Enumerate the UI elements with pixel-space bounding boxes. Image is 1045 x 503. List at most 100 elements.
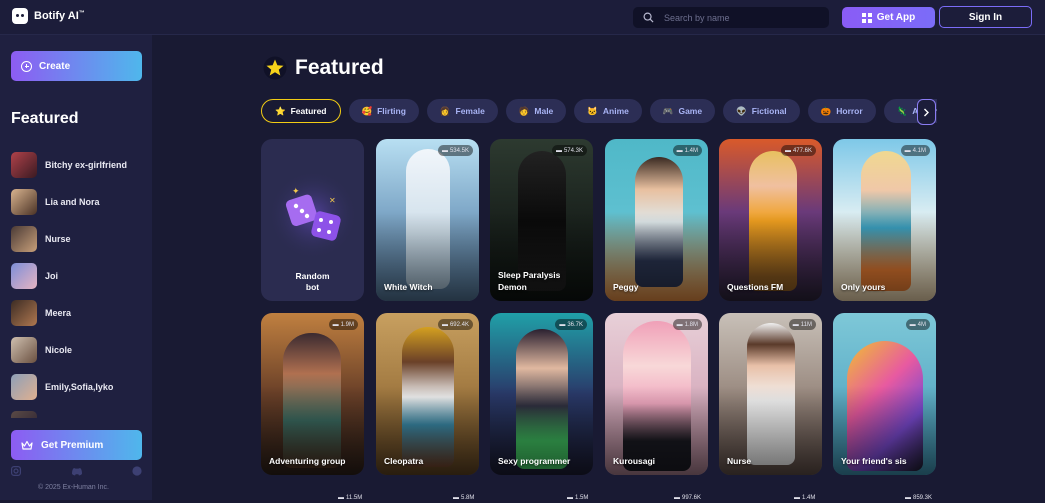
chat-icon: ▬: [676, 321, 683, 328]
get-app-label: Get App: [876, 12, 916, 23]
create-label: Create: [39, 60, 71, 72]
avatar: [11, 410, 37, 418]
chip-emoji-icon: 🧑: [518, 105, 530, 116]
crown-icon: [21, 440, 33, 450]
sidebar-item-label: Nicole: [45, 344, 73, 355]
sidebar-item[interactable]: Nicole: [11, 331, 146, 368]
bot-card[interactable]: ▬ 574.3K Sleep Paralysis Demon: [490, 139, 593, 301]
chat-count-badge: ▬ 574.3K: [551, 145, 587, 156]
chip-female[interactable]: 👩 Female: [426, 99, 498, 123]
search-input[interactable]: [664, 12, 814, 23]
chip-anime[interactable]: 🐱 Anime: [574, 99, 642, 123]
chip-emoji-icon: ⭐: [275, 105, 286, 116]
bot-card[interactable]: ▬ 477.6K Questions FM: [719, 139, 822, 301]
bot-card-name: Peggy: [613, 282, 639, 292]
social-links: [11, 465, 142, 477]
svg-text:✦: ✦: [292, 187, 300, 197]
chat-count-badge: ▬ 4M: [905, 319, 930, 330]
reddit-icon[interactable]: [132, 466, 142, 476]
logo[interactable]: Botify AI™: [12, 8, 85, 24]
search-icon: [643, 12, 654, 23]
avatar: [11, 299, 37, 326]
chat-icon: ▬: [441, 147, 448, 154]
brand-name: Botify AI™: [34, 10, 85, 22]
chat-count-badge: ▬ 1.5M: [567, 494, 589, 501]
search-box[interactable]: [633, 7, 829, 28]
random-bot-card[interactable]: ✦ ✕ Random bot: [261, 139, 364, 301]
bot-card[interactable]: ▬ 11M Nurse: [719, 313, 822, 475]
chips-next-button[interactable]: [917, 99, 936, 125]
chip-emoji-icon: 👽: [736, 105, 747, 116]
chat-count-badge: ▬ 859.3K: [905, 494, 933, 501]
sidebar-item[interactable]: Joi: [11, 257, 146, 294]
chat-icon: ▬: [555, 147, 562, 154]
sidebar-item[interactable]: Lia and Nora: [11, 183, 146, 220]
chat-count-badge: ▬ 1.4M: [794, 494, 816, 501]
chat-count-badge: ▬ 692.4K: [437, 319, 473, 330]
avatar: [11, 336, 37, 363]
sign-in-label: Sign In: [968, 11, 1003, 23]
sidebar-item[interactable]: [11, 405, 146, 418]
instagram-icon[interactable]: [11, 466, 21, 476]
chevron-right-icon: [924, 108, 929, 116]
bot-card[interactable]: ▬ 1.8M Kurousagi: [605, 313, 708, 475]
chip-horror[interactable]: 🎃 Horror: [807, 99, 876, 123]
chat-icon: ▬: [676, 147, 683, 154]
chip-emoji-icon: 🎮: [662, 105, 674, 116]
chip-flirting[interactable]: 🥰 Flirting: [348, 99, 419, 123]
bot-card-name: Sleep Paralysis Demon: [498, 270, 561, 292]
avatar: [11, 373, 37, 400]
chat-count-badge: ▬ 997.6K: [674, 494, 702, 501]
sidebar-item[interactable]: Bitchy ex-girlfriend: [11, 146, 146, 183]
sidebar-item-label: Nurse: [45, 233, 71, 244]
star-icon: [263, 56, 287, 80]
sidebar-item-label: Bitchy ex-girlfriend: [45, 159, 128, 170]
chat-count-badge: ▬ 4.1M: [900, 145, 930, 156]
chat-count-badge: ▬ 11.5M: [338, 494, 363, 501]
chip-male[interactable]: 🧑 Male: [505, 99, 567, 123]
chat-icon: ▬: [441, 321, 448, 328]
chat-count-badge: ▬ 1.4M: [672, 145, 702, 156]
sign-in-button[interactable]: Sign In: [939, 6, 1032, 28]
sidebar-item[interactable]: Emily,Sofia,Iyko: [11, 368, 146, 405]
bot-card-name: Only yours: [841, 282, 886, 292]
bot-card-name: Cleopatra: [384, 456, 424, 466]
discord-icon[interactable]: [71, 467, 83, 476]
page-title: Featured: [263, 56, 384, 80]
category-chips: ⭐ Featured 🥰 Flirting 👩 Female 🧑 Male 🐱 Anime…: [261, 99, 937, 125]
chip-fictional[interactable]: 👽 Fictional: [723, 99, 800, 123]
chat-icon: ▬: [332, 321, 339, 328]
avatar: [11, 225, 37, 252]
sidebar-item[interactable]: Nurse: [11, 220, 146, 257]
chip-game[interactable]: 🎮 Game: [649, 99, 716, 123]
bot-card-name: White Witch: [384, 282, 433, 292]
bot-card[interactable]: ▬ 4.1M Only yours: [833, 139, 936, 301]
chat-count-badge: ▬ 1.8M: [672, 319, 702, 330]
get-premium-label: Get Premium: [41, 439, 104, 451]
bot-card[interactable]: ▬ 1.9M Adventuring group: [261, 313, 364, 475]
get-app-button[interactable]: Get App: [842, 7, 935, 28]
dice-icon: ✦ ✕: [268, 170, 358, 260]
robot-logo-icon: [12, 8, 28, 24]
chip-featured[interactable]: ⭐ Featured: [261, 99, 341, 123]
create-button[interactable]: Create: [11, 51, 142, 81]
grid-icon: [861, 12, 872, 23]
bot-card[interactable]: ▬ 692.4K Cleopatra: [376, 313, 479, 475]
bot-card[interactable]: ▬ 4M Your friend's sis: [833, 313, 936, 475]
sidebar-item[interactable]: Meera: [11, 294, 146, 331]
bot-card[interactable]: ▬ 534.5K White Witch: [376, 139, 479, 301]
bot-card[interactable]: ▬ 36.7K Sexy programmer: [490, 313, 593, 475]
bot-card-name: Adventuring group: [269, 456, 346, 466]
bot-card[interactable]: ▬ 1.4M Peggy: [605, 139, 708, 301]
chip-emoji-icon: 👩: [439, 105, 451, 116]
plus-icon: [21, 60, 32, 72]
avatar: [11, 188, 37, 215]
sidebar-item-label: Joi: [45, 270, 59, 281]
get-premium-button[interactable]: Get Premium: [11, 430, 142, 460]
sidebar: Create Featured Bitchy ex-girlfriend Lia…: [0, 35, 152, 500]
bot-card-name: Sexy programmer: [498, 456, 571, 466]
top-bar: Botify AI™ Get App Sign In: [0, 0, 1045, 35]
chat-count-badge: ▬ 534.5K: [437, 145, 473, 156]
chat-count-badge: ▬ 5.8M: [453, 494, 475, 501]
chat-count-badge: ▬ 477.6K: [780, 145, 816, 156]
